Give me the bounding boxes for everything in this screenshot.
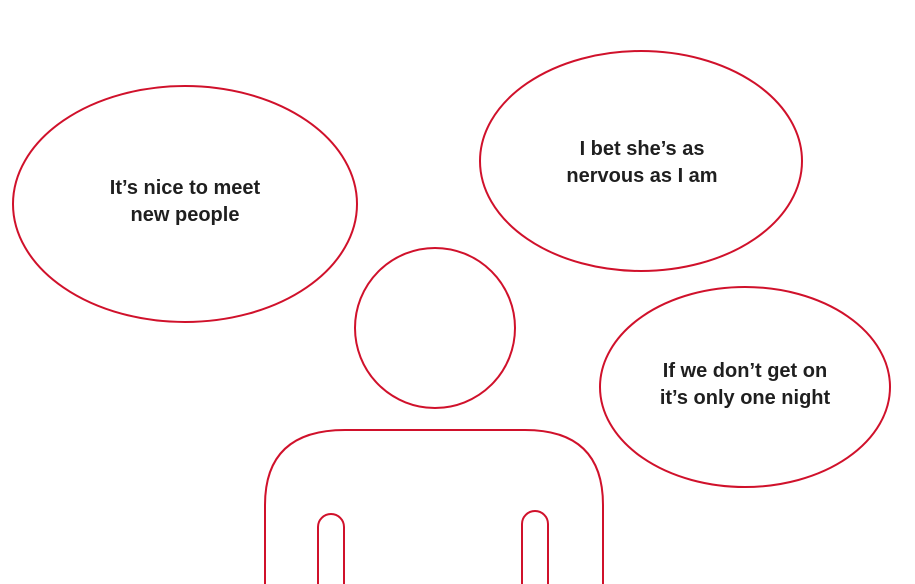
- thought-text-1-line-2: new people: [130, 204, 240, 226]
- person-outline-icon: [264, 247, 604, 584]
- thought-text-2: I bet she’s as nervous as I am: [517, 136, 767, 190]
- diagram-artwork: [12, 50, 891, 584]
- person-left-arm: [317, 513, 345, 584]
- person-head: [354, 247, 516, 409]
- thought-text-3-line-1: If we don’t get on: [662, 360, 828, 382]
- thought-text-1: It’s nice to meet new people: [60, 175, 310, 229]
- thoughts-diagram: It’s nice to meet new people I bet she’s…: [0, 0, 915, 584]
- person-right-arm: [521, 510, 549, 584]
- thought-text-1-line-1: It’s nice to meet: [109, 177, 261, 199]
- person-body: [264, 429, 604, 584]
- thought-text-3: If we don’t get on it’s only one night: [620, 358, 870, 412]
- thought-text-3-line-2: it’s only one night: [659, 387, 831, 409]
- thought-text-2-line-2: nervous as I am: [566, 165, 718, 187]
- thought-text-2-line-1: I bet she’s as: [579, 138, 705, 160]
